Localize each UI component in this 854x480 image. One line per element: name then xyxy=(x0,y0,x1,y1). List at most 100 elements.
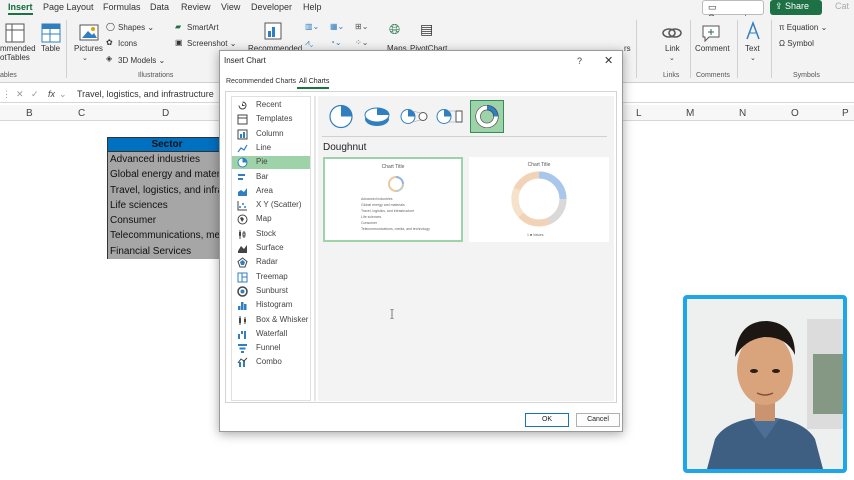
help-button[interactable]: ? xyxy=(577,56,582,66)
sector-cell[interactable]: Life sciences xyxy=(107,197,227,214)
sector-cell[interactable]: Advanced industries xyxy=(107,152,227,168)
pictures-label[interactable]: Pictures xyxy=(74,44,103,53)
recommended-pivottables-label[interactable]: mmended otTables xyxy=(0,44,36,62)
chart-type-stock[interactable]: Stock xyxy=(232,228,310,241)
cancel-entry-icon[interactable]: ✕ xyxy=(16,89,24,100)
sector-cell[interactable]: Global energy and materials xyxy=(107,167,227,183)
tab-formulas[interactable]: Formulas xyxy=(103,2,141,12)
chart-type-line[interactable]: Line xyxy=(232,142,310,155)
sector-header-cell[interactable]: Sector xyxy=(107,137,227,152)
text-dropdown-icon[interactable]: ⌄ xyxy=(750,54,756,62)
column-header-l[interactable]: L xyxy=(636,108,642,119)
pictures-icon[interactable] xyxy=(78,22,100,44)
chart-type-column[interactable]: Column xyxy=(232,128,310,141)
column-header-d[interactable]: D xyxy=(162,108,169,119)
text-label[interactable]: Text xyxy=(745,44,760,53)
chart-type-surface[interactable]: Surface xyxy=(232,242,310,255)
close-button[interactable]: ✕ xyxy=(604,54,613,67)
tab-recommended-charts[interactable]: Recommended Charts xyxy=(226,78,296,85)
link-dropdown-icon[interactable]: ⌄ xyxy=(669,54,675,62)
chart-type-waterfall[interactable]: Waterfall xyxy=(232,328,310,341)
pie-chart-dropdown-icon[interactable]: ◔⌄ xyxy=(330,38,342,47)
chart-type-templates[interactable]: Templates xyxy=(232,113,310,126)
tab-data[interactable]: Data xyxy=(150,2,169,12)
chart-type-bar[interactable]: Bar xyxy=(232,171,310,184)
catch-up-button[interactable]: Cat xyxy=(830,0,854,15)
column-header-n[interactable]: N xyxy=(739,108,746,119)
text-icon[interactable] xyxy=(742,20,764,42)
share-button[interactable]: ⇪ Share xyxy=(770,0,822,15)
table-icon[interactable] xyxy=(40,22,62,44)
screenshot-button[interactable]: Screenshot ⌄ xyxy=(187,39,236,48)
tab-insert[interactable]: Insert xyxy=(8,2,33,15)
more-options-icon[interactable]: ⋮ xyxy=(2,89,11,100)
insert-function-button[interactable]: fx xyxy=(48,89,55,99)
formula-input[interactable]: Travel, logistics, and infrastructure xyxy=(77,89,214,99)
recommended-charts-icon[interactable] xyxy=(262,20,284,42)
column-header-c[interactable]: C xyxy=(78,108,85,119)
chart-type-histogram[interactable]: Histogram xyxy=(232,299,310,312)
doughnut-subtype-icon[interactable] xyxy=(470,100,504,133)
tab-page-layout[interactable]: Page Layout xyxy=(43,2,94,12)
icons-button[interactable]: Icons xyxy=(118,39,137,48)
column-header-o[interactable]: O xyxy=(791,108,799,119)
chart-type-pie[interactable]: Pie xyxy=(232,156,310,170)
column-header-m[interactable]: M xyxy=(686,108,694,119)
chart-type-area[interactable]: Area xyxy=(232,185,310,198)
recommended-pivottables-icon[interactable] xyxy=(4,22,26,44)
chart-type-sunburst[interactable]: Sunburst xyxy=(232,285,310,298)
chart-type-combo[interactable]: Combo xyxy=(232,356,310,369)
pictures-dropdown-icon[interactable]: ⌄ xyxy=(82,54,88,62)
bar-of-pie-subtype-icon[interactable] xyxy=(433,100,467,133)
cancel-button[interactable]: Cancel xyxy=(576,413,620,427)
chart-type-scatter[interactable]: X Y (Scatter) xyxy=(232,199,310,212)
equation-button[interactable]: π Equation ⌄ xyxy=(779,23,827,32)
3d-pie-subtype-icon[interactable] xyxy=(360,100,394,133)
column-chart-dropdown-icon[interactable]: ▥⌄ xyxy=(305,22,319,31)
sector-cell[interactable]: Telecommunications, media, and technolog… xyxy=(107,228,227,244)
3d-models-button[interactable]: 3D Models ⌄ xyxy=(118,56,165,65)
new-comment-icon[interactable] xyxy=(700,22,722,44)
preview-legend-item: Consumer xyxy=(361,221,378,225)
shapes-button[interactable]: Shapes ⌄ xyxy=(118,23,154,32)
chart-type-radar[interactable]: Radar xyxy=(232,256,310,269)
equation-label: Equation xyxy=(786,23,819,32)
comments-button[interactable]: ▭ Comments xyxy=(702,0,764,23)
tab-all-charts[interactable]: All Charts xyxy=(299,78,329,85)
preview-doughnut-small xyxy=(388,176,404,192)
smartart-button[interactable]: SmartArt xyxy=(187,23,219,32)
tab-review[interactable]: Review xyxy=(181,2,211,12)
line-chart-dropdown-icon[interactable]: ⩘⌄ xyxy=(305,38,313,48)
chart-type-funnel[interactable]: Funnel xyxy=(232,342,310,355)
chart-type-treemap[interactable]: Treemap xyxy=(232,271,310,284)
tab-help[interactable]: Help xyxy=(303,2,322,12)
chart-type-map[interactable]: Map xyxy=(232,213,310,226)
column-header-p[interactable]: P xyxy=(842,108,849,119)
combo-chart-icon xyxy=(237,358,248,368)
tab-developer[interactable]: Developer xyxy=(251,2,292,12)
illustrations-group-label: Illustrations xyxy=(138,72,174,79)
confirm-entry-icon[interactable]: ✓ xyxy=(31,89,39,100)
hierarchy-chart-dropdown-icon[interactable]: ▦⌄ xyxy=(330,22,344,31)
chart-preview-option-2[interactable]: Chart Title 1 ■ Values xyxy=(469,157,609,242)
chart-type-box-whisker[interactable]: Box & Whisker xyxy=(232,314,310,327)
chart-type-recent[interactable]: Recent xyxy=(232,99,310,112)
table-label[interactable]: Table xyxy=(41,44,60,53)
chart-preview-option-1[interactable]: Chart Title Advanced industries Global e… xyxy=(323,157,463,242)
ribbon-separator xyxy=(771,20,772,78)
waterfall-chart-dropdown-icon[interactable]: ⊞⌄ xyxy=(355,22,368,31)
symbol-button[interactable]: Ω Symbol xyxy=(779,39,814,48)
ok-button[interactable]: OK xyxy=(525,413,569,427)
pie-of-pie-subtype-icon[interactable] xyxy=(397,100,431,133)
comment-label[interactable]: Comment xyxy=(695,44,730,53)
sector-cell[interactable]: Travel, logistics, and infrastructure xyxy=(107,182,227,198)
fx-dropdown-icon[interactable]: ⌄ xyxy=(59,89,67,100)
column-header-b[interactable]: B xyxy=(26,108,33,119)
link-icon[interactable] xyxy=(661,22,683,44)
link-label[interactable]: Link xyxy=(665,44,680,53)
tab-view[interactable]: View xyxy=(221,2,240,12)
sector-cell[interactable]: Financial Services xyxy=(107,243,227,260)
pie-subtype-icon[interactable] xyxy=(324,100,358,133)
sector-cell[interactable]: Consumer xyxy=(107,213,227,229)
scatter-chart-dropdown-icon[interactable]: ⁘⌄ xyxy=(355,38,368,47)
